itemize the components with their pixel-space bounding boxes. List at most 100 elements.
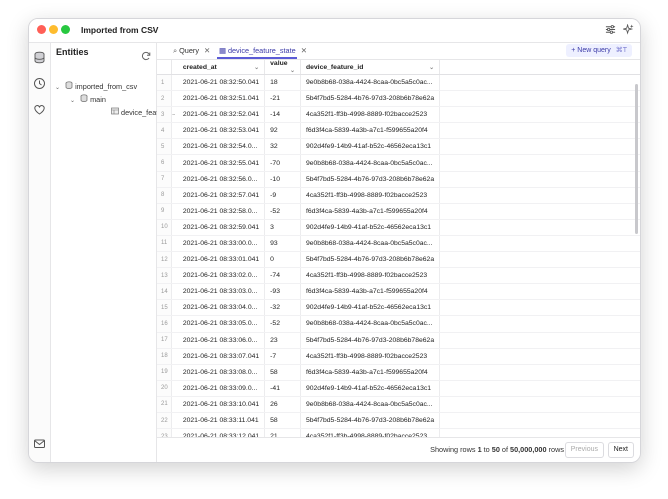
cell-device-feature-id[interactable]: f6d3f4ca-5839-4a3b-a7c1-f599655a20f4 [300, 203, 441, 220]
cell-created-at[interactable]: 2021-06-21 08:32:58.0... [171, 203, 266, 220]
sort-icon[interactable]: ⌄ [254, 64, 259, 71]
cell-device-feature-id[interactable]: 4ca352f1-ff3b-4998-8889-f02bacce2523 [300, 106, 441, 124]
new-query-button[interactable]: + New query ⌘T [566, 44, 632, 57]
vertical-scrollbar[interactable] [635, 84, 638, 234]
cell-device-feature-id[interactable]: 9e0b8b68-038a-4424-8caa-0bc5a5c0ac... [300, 315, 441, 333]
cell-value[interactable]: -93 [264, 283, 301, 301]
table-row[interactable]: 14 2021-06-21 08:33:03.0... -93 f6d3f4ca-58… [157, 283, 640, 301]
cell-value[interactable]: 58 [264, 412, 301, 430]
cell-device-feature-id[interactable]: 902d4fe9-14b9-41af-b52c-46562eca13c1 [300, 138, 441, 156]
tree-item-database[interactable]: ⌄ imported_from_csv [55, 81, 137, 91]
cell-created-at[interactable]: 2021-06-21 08:32:50.041 [171, 74, 266, 92]
cell-created-at[interactable]: 2021-06-21 08:32:57.041 [171, 187, 266, 204]
table-row[interactable]: 6 2021-06-21 08:32:55.041 -70 9e0b8b68-038a… [157, 154, 640, 172]
table-row[interactable]: 1 2021-06-21 08:32:50.041 18 9e0b8b68-038a-… [157, 74, 640, 92]
mail-icon[interactable] [33, 437, 46, 450]
table-row[interactable]: 8 2021-06-21 08:32:57.041 -9 4ca352f1-ff3b-… [157, 187, 640, 204]
cell-created-at[interactable]: 2021-06-21 08:32:56.0... [171, 171, 266, 188]
chevron-down-icon[interactable]: ⌄ [149, 25, 156, 34]
cell-value[interactable]: -74 [264, 267, 301, 285]
cell-created-at[interactable]: 2021-06-21 08:33:05.0... [171, 315, 266, 333]
cell-value[interactable]: -10 [264, 171, 301, 188]
table-row[interactable]: 5 2021-06-21 08:32:54.0... 32 902d4fe9-14b9… [157, 138, 640, 156]
previous-page-button[interactable]: Previous [564, 442, 604, 458]
cell-device-feature-id[interactable]: f6d3f4ca-5839-4a3b-a7c1-f599655a20f4 [300, 283, 441, 301]
cell-value[interactable]: 23 [264, 332, 301, 349]
cell-device-feature-id[interactable]: 4ca352f1-ff3b-4998-8889-f02bacce2523 [300, 267, 441, 285]
table-row[interactable]: 3 2021-06-21 08:32:52.041 -14 4ca352f1-ff3b… [157, 106, 640, 124]
heart-icon[interactable] [33, 103, 46, 116]
cell-created-at[interactable]: 2021-06-21 08:33:09.0... [171, 380, 266, 397]
cell-created-at[interactable]: 2021-06-21 08:33:00.0... [171, 235, 266, 253]
close-icon[interactable]: ✕ [301, 46, 307, 55]
close-window-button[interactable] [37, 25, 46, 34]
table-row[interactable]: 21 2021-06-21 08:33:10.041 26 9e0b8b68-038a… [157, 396, 640, 413]
table-row[interactable]: 18 2021-06-21 08:33:07.041 -7 4ca352f1-ff3b… [157, 348, 640, 365]
cell-device-feature-id[interactable]: f6d3f4ca-5839-4a3b-a7c1-f599655a20f4 [300, 364, 441, 381]
history-clock-icon[interactable] [33, 77, 46, 90]
cell-value[interactable]: 18 [264, 74, 301, 92]
cell-created-at[interactable]: 2021-06-21 08:33:01.041 [171, 251, 266, 269]
cell-value[interactable]: -52 [264, 315, 301, 333]
tree-item-schema[interactable]: ⌄ main [70, 94, 106, 104]
sparkle-icon[interactable] [621, 23, 634, 36]
cell-created-at[interactable]: 2021-06-21 08:33:08.0... [171, 364, 266, 381]
cell-device-feature-id[interactable]: 5b4f7bd5-5284-4b76-97d3-208b6b78e62a [300, 171, 441, 188]
cell-device-feature-id[interactable]: 9e0b8b68-038a-4424-8caa-0bc5a5c0ac... [300, 396, 441, 413]
close-icon[interactable]: ✕ [204, 46, 210, 55]
cell-value[interactable]: -52 [264, 203, 301, 220]
cell-created-at[interactable]: 2021-06-21 08:33:11.041 [171, 412, 266, 430]
table-row[interactable]: 12 2021-06-21 08:33:01.041 0 5b4f7bd5-5284-… [157, 251, 640, 269]
cell-device-feature-id[interactable]: 5b4f7bd5-5284-4b76-97d3-208b6b78e62a [300, 251, 441, 269]
table-row[interactable]: 4 2021-06-21 08:32:53.041 92 f6d3f4ca-5839-… [157, 122, 640, 140]
cell-value[interactable]: 58 [264, 364, 301, 381]
cell-value[interactable]: -7 [264, 348, 301, 365]
cell-value[interactable]: 92 [264, 122, 301, 140]
tab-device-feature-state[interactable]: ▦ device_feature_state ✕ [219, 45, 307, 57]
minimize-window-button[interactable] [49, 25, 58, 34]
sort-icon[interactable]: ⌄ [429, 64, 434, 71]
cell-device-feature-id[interactable]: 4ca352f1-ff3b-4998-8889-f02bacce2523 [300, 187, 441, 204]
column-header-created-at[interactable]: created_at ⌄ [171, 60, 266, 75]
chevron-down-icon[interactable]: ⌄ [70, 97, 78, 104]
table-row[interactable]: 15 2021-06-21 08:33:04.0... -32 902d4fe9-14… [157, 299, 640, 317]
cell-device-feature-id[interactable]: 902d4fe9-14b9-41af-b52c-46562eca13c1 [300, 380, 441, 397]
sliders-icon[interactable] [604, 24, 616, 36]
cell-value[interactable]: 32 [264, 138, 301, 156]
cell-created-at[interactable]: 2021-06-21 08:33:03.0... [171, 283, 266, 301]
cell-created-at[interactable]: 2021-06-21 08:33:02.0... [171, 267, 266, 285]
table-row[interactable]: 20 2021-06-21 08:33:09.0... -41 902d4fe9-14… [157, 380, 640, 397]
cell-device-feature-id[interactable]: 5b4f7bd5-5284-4b76-97d3-208b6b78e62a [300, 412, 441, 430]
cell-device-feature-id[interactable]: 5b4f7bd5-5284-4b76-97d3-208b6b78e62a [300, 90, 441, 108]
cell-device-feature-id[interactable]: f6d3f4ca-5839-4a3b-a7c1-f599655a20f4 [300, 122, 441, 140]
cell-created-at[interactable]: 2021-06-21 08:32:51.041 [171, 90, 266, 108]
cell-value[interactable]: 3 [264, 219, 301, 236]
table-row[interactable]: 2 2021-06-21 08:32:51.041 -21 5b4f7bd5-5284… [157, 90, 640, 108]
cell-created-at[interactable]: 2021-06-21 08:33:04.0... [171, 299, 266, 317]
cell-value[interactable]: -21 [264, 90, 301, 108]
cell-value[interactable]: 26 [264, 396, 301, 413]
cell-created-at[interactable]: 2021-06-21 08:33:10.041 [171, 396, 266, 413]
cell-value[interactable]: 93 [264, 235, 301, 253]
column-header-device-feature-id[interactable]: device_feature_id ⌄ [300, 60, 441, 75]
cell-created-at[interactable]: 2021-06-21 08:32:55.041 [171, 154, 266, 172]
tab-query[interactable]: ⌕ Query ✕ [173, 45, 210, 57]
cell-device-feature-id[interactable]: 902d4fe9-14b9-41af-b52c-46562eca13c1 [300, 299, 441, 317]
cell-device-feature-id[interactable]: 9e0b8b68-038a-4424-8caa-0bc5a5c0ac... [300, 154, 441, 172]
table-row[interactable]: 17 2021-06-21 08:33:06.0... 23 5b4f7bd5-528… [157, 332, 640, 349]
table-row[interactable]: 9 2021-06-21 08:32:58.0... -52 f6d3f4ca-583… [157, 203, 640, 220]
cell-created-at[interactable]: 2021-06-21 08:32:53.041 [171, 122, 266, 140]
cell-device-feature-id[interactable]: 9e0b8b68-038a-4424-8caa-0bc5a5c0ac... [300, 235, 441, 253]
cell-device-feature-id[interactable]: 5b4f7bd5-5284-4b76-97d3-208b6b78e62a [300, 332, 441, 349]
table-row[interactable]: 19 2021-06-21 08:33:08.0... 58 f6d3f4ca-583… [157, 364, 640, 381]
chevron-down-icon[interactable]: ⌄ [55, 84, 63, 91]
next-page-button[interactable]: Next [607, 442, 634, 458]
cell-created-at[interactable]: 2021-06-21 08:33:06.0... [171, 332, 266, 349]
database-icon[interactable] [33, 51, 46, 64]
cell-value[interactable]: -70 [264, 154, 301, 172]
cell-device-feature-id[interactable]: 4ca352f1-ff3b-4998-8889-f02bacce2523 [300, 348, 441, 365]
refresh-icon[interactable] [141, 48, 151, 61]
table-row[interactable]: 7 2021-06-21 08:32:56.0... -10 5b4f7bd5-528… [157, 171, 640, 188]
table-row[interactable]: 10 2021-06-21 08:32:59.041 3 902d4fe9-14b9-… [157, 219, 640, 236]
cell-value[interactable]: -14 [264, 106, 301, 124]
